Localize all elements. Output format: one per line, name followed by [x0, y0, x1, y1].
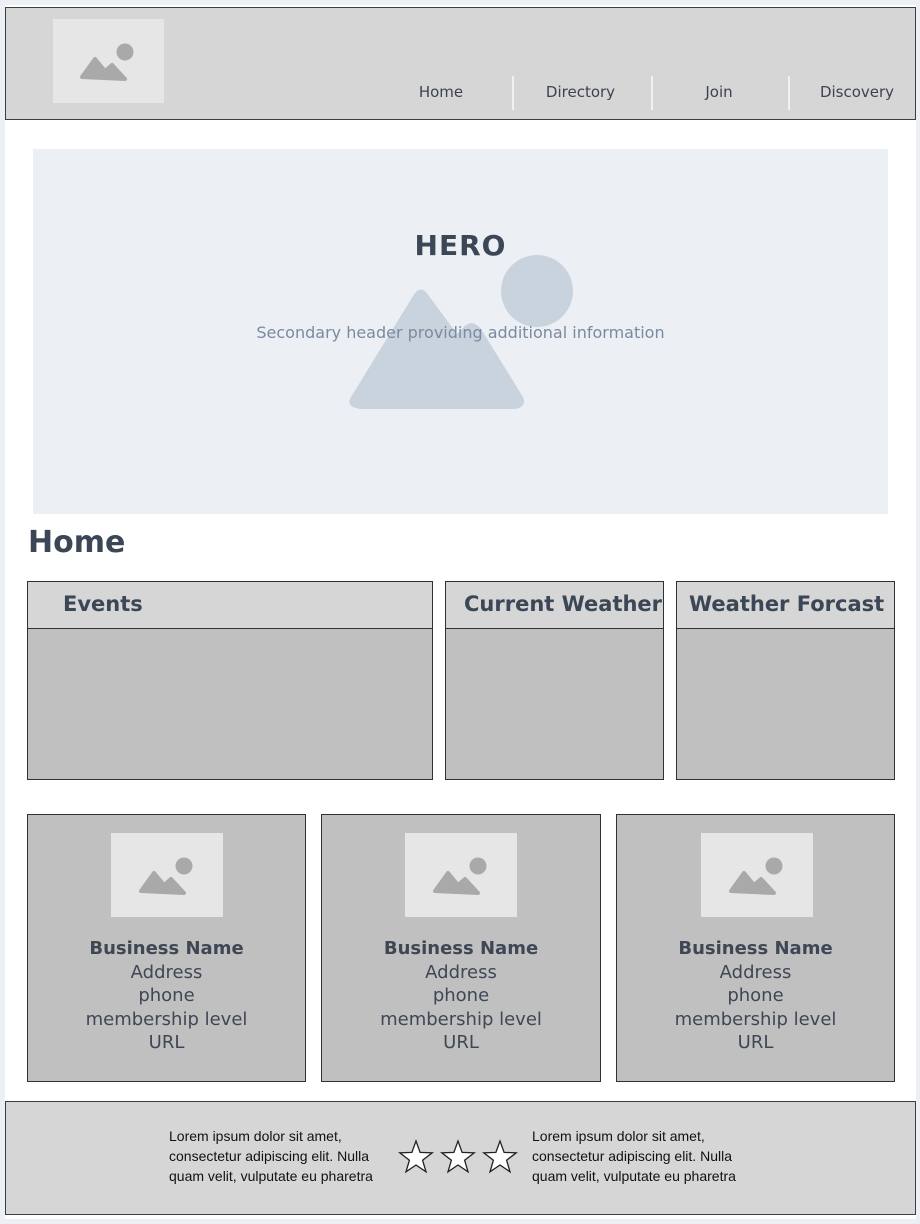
business-card[interactable]: Business Name Address phone membership l…: [616, 814, 895, 1082]
business-membership: membership level: [674, 1008, 837, 1030]
business-image-placeholder-icon: [405, 833, 517, 917]
weather-forecast-panel: Weather Forcast: [676, 581, 895, 780]
business-url[interactable]: URL: [28, 1031, 305, 1055]
business-address: Address: [425, 961, 497, 983]
panel-header: Current Weather: [446, 582, 663, 629]
weather-forecast-title: Weather Forcast: [689, 592, 885, 616]
events-panel: Events: [27, 581, 433, 780]
site-header: Home Directory Join Discovery: [5, 7, 916, 120]
business-name: Business Name: [89, 938, 244, 959]
business-phone: phone: [138, 985, 195, 1006]
business-membership: membership level: [85, 1008, 248, 1030]
business-name: Business Name: [383, 938, 539, 959]
hero-title: HERO: [414, 229, 507, 262]
business-address: Address: [719, 961, 792, 983]
business-url[interactable]: URL: [617, 1031, 894, 1055]
nav-directory[interactable]: Directory: [533, 74, 628, 110]
rating-stars: [398, 1139, 519, 1174]
business-info: Business Name Address phone membership l…: [617, 937, 894, 1055]
business-image-placeholder-icon: [111, 833, 223, 917]
current-weather-panel: Current Weather: [445, 581, 664, 780]
business-address: Address: [130, 961, 203, 983]
nav-divider: [651, 76, 653, 110]
star-icon: [439, 1139, 477, 1174]
page-title: Home: [28, 525, 126, 560]
hero-banner: HERO Secondary header providing addition…: [33, 149, 888, 514]
footer-text-left: Lorem ipsum dolor sit amet, consectetur …: [169, 1128, 373, 1184]
business-name: Business Name: [678, 938, 833, 959]
star-icon: [398, 1139, 435, 1174]
events-title: Events: [63, 592, 143, 616]
business-info: Business Name Address phone membership l…: [322, 937, 600, 1055]
business-url[interactable]: URL: [322, 1031, 600, 1055]
business-card[interactable]: Business Name Address phone membership l…: [27, 814, 306, 1082]
business-card[interactable]: Business Name Address phone membership l…: [321, 814, 601, 1082]
footer-text-right: Lorem ipsum dolor sit amet, consectetur …: [532, 1128, 736, 1184]
nav-discovery[interactable]: Discovery: [812, 74, 902, 110]
hero-subtitle: Secondary header providing additional in…: [256, 323, 665, 342]
business-phone: phone: [727, 985, 784, 1006]
nav-divider: [512, 76, 514, 110]
panel-header: Events: [28, 582, 432, 629]
business-info: Business Name Address phone membership l…: [28, 937, 305, 1055]
page: Home Directory Join Discovery HERO Secon…: [5, 5, 916, 1219]
current-weather-title: Current Weather: [464, 592, 663, 616]
business-membership: membership level: [380, 1008, 542, 1030]
main-nav: Home Directory Join Discovery: [6, 74, 917, 110]
business-phone: phone: [432, 985, 490, 1006]
business-image-placeholder-icon: [701, 833, 813, 917]
nav-home[interactable]: Home: [401, 74, 481, 110]
nav-divider: [788, 76, 790, 110]
star-icon: [481, 1139, 519, 1174]
panel-header: Weather Forcast: [677, 582, 894, 629]
nav-join[interactable]: Join: [679, 74, 759, 110]
site-footer: Lorem ipsum dolor sit amet, consectetur …: [5, 1101, 916, 1215]
